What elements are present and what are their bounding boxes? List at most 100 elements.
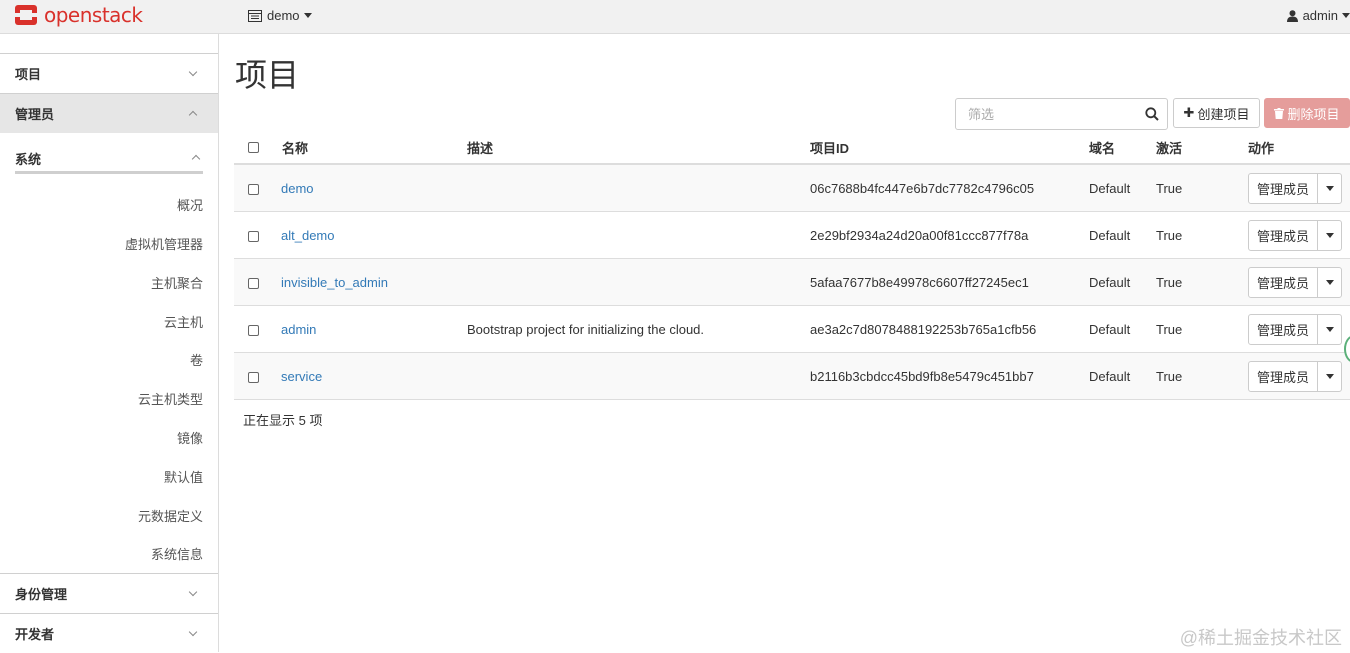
chevron-down-icon — [188, 67, 198, 77]
table-row: invisible_to_admin 5afaa7677b8e49978c660… — [234, 259, 1350, 306]
brand[interactable]: openstack — [14, 3, 143, 27]
user-icon — [1286, 9, 1298, 22]
column-header-name[interactable]: 名称 — [282, 138, 308, 157]
column-header-project-id[interactable]: 项目ID — [810, 138, 849, 157]
table-row: admin Bootstrap project for initializing… — [234, 306, 1350, 353]
project-enabled: True — [1156, 228, 1183, 243]
sidebar-item-hypervisors[interactable]: 虚拟机管理器 — [125, 234, 203, 253]
sidebar-panel-label: 项目 — [15, 67, 42, 82]
chevron-down-icon — [1342, 13, 1350, 18]
row-actions: 管理成员 — [1248, 173, 1342, 204]
filter-search — [955, 98, 1168, 130]
column-header-domain[interactable]: 域名 — [1089, 138, 1115, 157]
project-domain: Default — [1089, 228, 1131, 243]
project-enabled: True — [1156, 322, 1183, 337]
project-enabled: True — [1156, 275, 1183, 290]
sidebar-panel-identity[interactable]: 身份管理 — [0, 573, 218, 613]
chevron-down-icon — [1325, 280, 1334, 285]
sidebar-item-volumes[interactable]: 卷 — [190, 350, 203, 369]
project-selector-label: demo — [267, 8, 300, 23]
project-selector[interactable]: demo — [248, 8, 312, 23]
column-header-enabled[interactable]: 激活 — [1156, 138, 1182, 157]
user-menu[interactable]: admin — [1286, 8, 1350, 23]
row-actions-dropdown[interactable] — [1317, 173, 1342, 204]
delete-projects-label: 删除项目 — [1287, 106, 1340, 122]
row-checkbox[interactable] — [248, 325, 259, 336]
server-icon — [248, 9, 262, 22]
delete-projects-button[interactable]: 删除项目 — [1264, 98, 1350, 128]
row-actions: 管理成员 — [1248, 314, 1342, 345]
sidebar-panel-developer[interactable]: 开发者 — [0, 613, 218, 653]
table-row: alt_demo 2e29bf2934a24d20a00f81ccc877f78… — [234, 212, 1350, 259]
chevron-down-icon — [303, 13, 312, 18]
sidebar-panel-label: 开发者 — [15, 627, 55, 642]
openstack-logo-icon — [15, 5, 37, 25]
project-name-link[interactable]: alt_demo — [281, 228, 334, 243]
row-actions-dropdown[interactable] — [1317, 361, 1342, 392]
sidebar-item-instances[interactable]: 云主机 — [164, 312, 203, 331]
manage-members-button[interactable]: 管理成员 — [1248, 220, 1318, 251]
chevron-up-icon — [191, 154, 201, 164]
chevron-down-icon — [1325, 233, 1334, 238]
sidebar-panel-label: 管理员 — [15, 107, 55, 122]
chevron-down-icon — [1325, 327, 1334, 332]
project-id: 5afaa7677b8e49978c6607ff27245ec1 — [810, 275, 1029, 290]
project-domain: Default — [1089, 322, 1131, 337]
table-count-summary: 正在显示 5 项 — [243, 413, 323, 428]
project-name-link[interactable]: demo — [281, 181, 314, 196]
project-name-link[interactable]: invisible_to_admin — [281, 275, 388, 290]
sidebar-item-defaults[interactable]: 默认值 — [164, 467, 203, 486]
column-header-description[interactable]: 描述 — [467, 138, 493, 157]
select-all-checkbox[interactable] — [248, 142, 259, 153]
table-header: 名称 描述 项目ID 域名 激活 动作 — [234, 128, 1350, 165]
project-domain: Default — [1089, 369, 1131, 384]
trash-icon — [1274, 107, 1285, 119]
row-checkbox[interactable] — [248, 231, 259, 242]
chevron-down-icon — [1325, 186, 1334, 191]
row-actions-dropdown[interactable] — [1317, 220, 1342, 251]
sidebar-panel-admin[interactable]: 管理员 — [0, 93, 218, 133]
search-icon[interactable] — [1145, 107, 1159, 121]
create-project-label: 创建项目 — [1197, 106, 1250, 122]
sidebar-item-metadata-definitions[interactable]: 元数据定义 — [138, 506, 203, 525]
sidebar-group-system[interactable]: 系统 — [15, 146, 203, 174]
row-checkbox[interactable] — [248, 184, 259, 195]
project-description: Bootstrap project for initializing the c… — [467, 322, 705, 337]
column-header-actions: 动作 — [1248, 141, 1275, 156]
table-row: demo 06c7688b4fc447e6b7dc7782c4796c05 De… — [234, 165, 1350, 212]
row-checkbox[interactable] — [248, 278, 259, 289]
chevron-up-icon — [188, 110, 198, 120]
top-navbar: openstack demo admin — [0, 0, 1350, 34]
sidebar-group-label: 系统 — [15, 152, 42, 167]
project-name-link[interactable]: service — [281, 369, 322, 384]
project-domain: Default — [1089, 275, 1131, 290]
sidebar-item-host-aggregates[interactable]: 主机聚合 — [151, 273, 203, 292]
plus-icon: ✚ — [1183, 105, 1195, 120]
chevron-down-icon — [1325, 374, 1334, 379]
filter-input[interactable] — [956, 99, 1136, 129]
sidebar-item-images[interactable]: 镜像 — [177, 428, 203, 447]
row-actions-dropdown[interactable] — [1317, 267, 1342, 298]
manage-members-button[interactable]: 管理成员 — [1248, 173, 1318, 204]
brand-name: openstack — [44, 3, 143, 27]
project-enabled: True — [1156, 181, 1183, 196]
sidebar-item-flavors[interactable]: 云主机类型 — [138, 389, 203, 408]
sidebar: 项目 管理员 系统 概况 虚拟机管理器 主机聚合 云主机 卷 云主机类型 镜像 … — [0, 34, 219, 652]
sidebar-panel-project[interactable]: 项目 — [0, 53, 218, 93]
sidebar-item-overview[interactable]: 概况 — [177, 195, 203, 214]
row-checkbox[interactable] — [248, 372, 259, 383]
create-project-button[interactable]: ✚ 创建项目 — [1173, 98, 1260, 128]
chevron-down-icon — [188, 587, 198, 597]
project-id: 2e29bf2934a24d20a00f81ccc877f78a — [810, 228, 1029, 243]
table-row: service b2116b3cbdcc45bd9fb8e5479c451bb7… — [234, 353, 1350, 400]
row-actions: 管理成员 — [1248, 361, 1342, 392]
manage-members-button[interactable]: 管理成员 — [1248, 361, 1318, 392]
manage-members-button[interactable]: 管理成员 — [1248, 314, 1318, 345]
project-enabled: True — [1156, 369, 1183, 384]
sidebar-item-system-info[interactable]: 系统信息 — [151, 544, 203, 563]
project-name-link[interactable]: admin — [281, 322, 316, 337]
chevron-down-icon — [188, 627, 198, 637]
user-menu-label: admin — [1302, 8, 1338, 23]
row-actions-dropdown[interactable] — [1317, 314, 1342, 345]
manage-members-button[interactable]: 管理成员 — [1248, 267, 1318, 298]
